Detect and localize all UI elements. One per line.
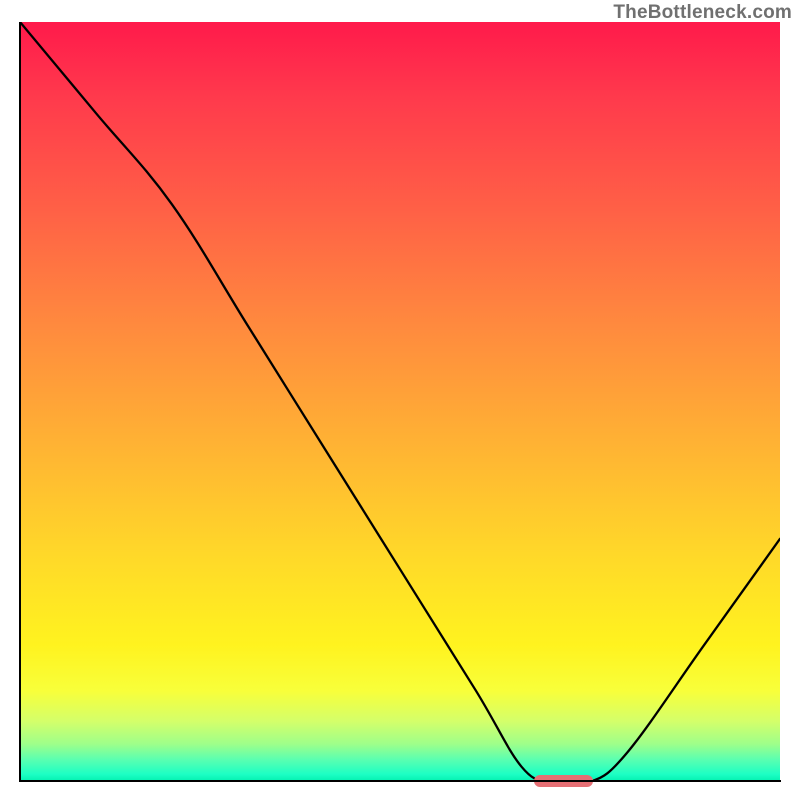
axis-x <box>19 780 781 782</box>
chart-container: TheBottleneck.com <box>0 0 800 800</box>
watermark-text: TheBottleneck.com <box>613 2 792 24</box>
plot-area <box>20 22 780 782</box>
gradient-background <box>20 22 780 782</box>
axis-y <box>19 22 21 782</box>
